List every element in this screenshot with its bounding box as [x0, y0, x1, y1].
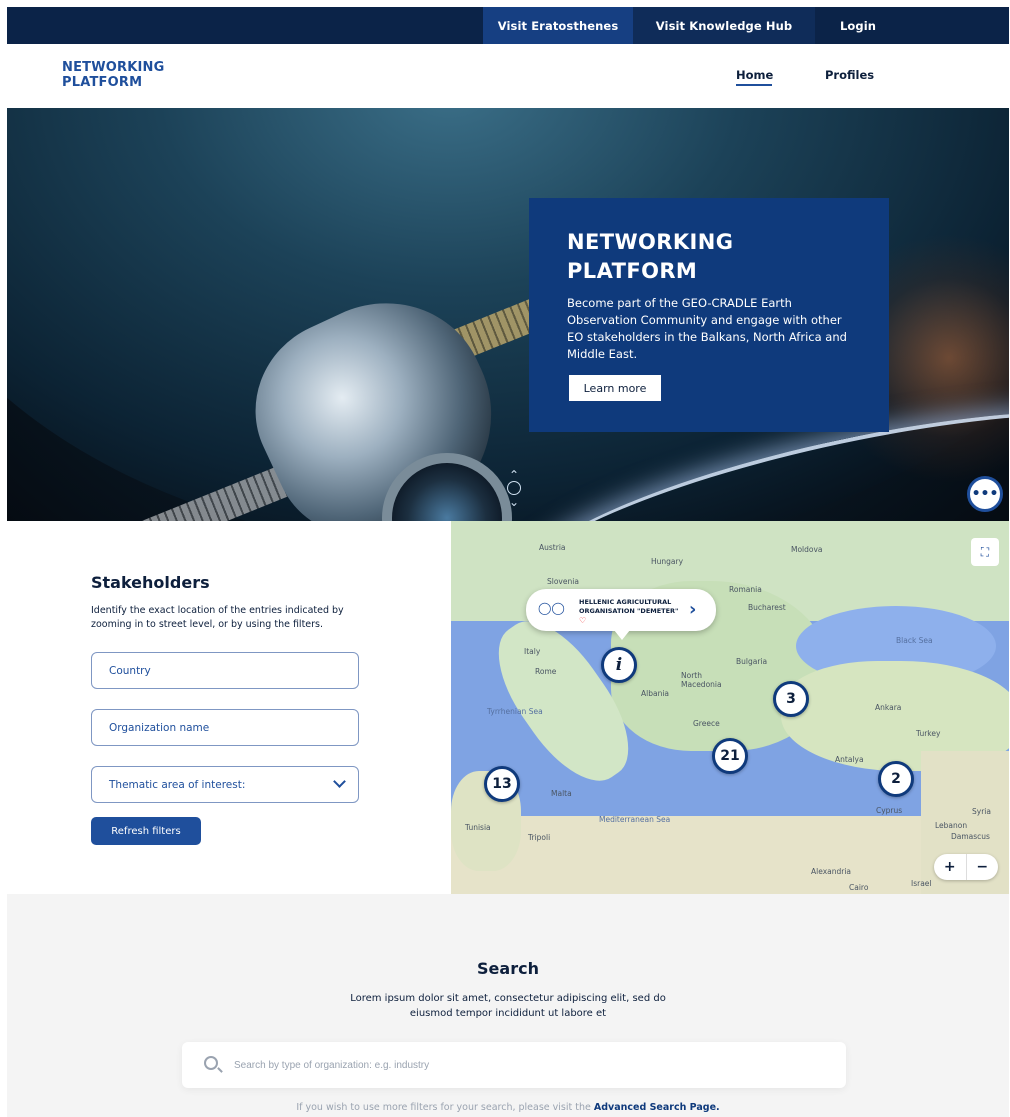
map-cluster-marker[interactable]: 2	[878, 761, 914, 797]
chat-bubble-icon[interactable]: •••	[967, 476, 1003, 512]
map-label-greece: Greece	[693, 719, 720, 728]
hero-title-line-1: NETWORKING	[567, 230, 734, 254]
map-label-bulgaria: Bulgaria	[736, 657, 768, 666]
search-title: Search	[477, 959, 539, 978]
stakeholders-panel: Stakeholders Identify the exact location…	[7, 521, 451, 894]
map-label-austria: Austria	[539, 543, 566, 552]
map-label-north-macedonia: North Macedonia	[681, 671, 722, 689]
nav-home-active-underline	[736, 84, 772, 86]
hero-banner: NETWORKING PLATFORM Become part of the G…	[7, 108, 1009, 521]
search-icon	[204, 1056, 218, 1070]
thematic-area-dropdown[interactable]: Thematic area of interest:	[91, 766, 359, 803]
scroll-down-icon[interactable]: ⌃ ⌄	[503, 468, 525, 508]
map-label-rome: Rome	[535, 667, 557, 676]
map-label-lebanon: Lebanon	[935, 821, 968, 830]
search-box[interactable]	[182, 1042, 846, 1088]
map-label-italy: Italy	[524, 647, 541, 656]
map-label-malta: Malta	[551, 789, 572, 798]
map-label-albania: Albania	[641, 689, 670, 698]
map-zoom-controls: + −	[934, 854, 998, 880]
map-label-turkey: Turkey	[916, 729, 941, 738]
top-utility-bar: Visit Eratosthenes Visit Knowledge Hub L…	[7, 7, 1009, 44]
favorite-heart-icon[interactable]: ♡	[579, 616, 586, 625]
map-label-tripoli: Tripoli	[528, 833, 551, 842]
organization-name-filter-field[interactable]: Organization name	[91, 709, 359, 746]
organization-name-filter-label: Organization name	[109, 721, 210, 734]
advanced-search-note-text: If you wish to use more filters for your…	[296, 1102, 591, 1113]
nav-profiles[interactable]: Profiles	[825, 68, 874, 82]
map-label-hungary: Hungary	[651, 557, 684, 566]
chevron-down-icon	[333, 775, 346, 788]
people-group-icon: ◯◯	[538, 601, 565, 615]
map-label-damascus: Damascus	[951, 832, 990, 841]
login-link[interactable]: Login	[815, 7, 901, 44]
map-info-marker[interactable]: i	[601, 647, 637, 683]
map-label-slovenia: Slovenia	[547, 577, 579, 586]
map-cluster-marker[interactable]: 21	[712, 738, 748, 774]
map-label-israel: Israel	[911, 879, 932, 888]
map-label-cyprus: Cyprus	[876, 806, 903, 815]
country-filter-field[interactable]: Country	[91, 652, 359, 689]
main-header: NETWORKING PLATFORM Home Profiles	[7, 44, 1009, 108]
map-label-romania: Romania	[729, 585, 762, 594]
scroll-dot-icon	[507, 481, 521, 495]
chevron-right-icon[interactable]: ›	[689, 599, 696, 620]
map-cluster-marker[interactable]: 3	[773, 681, 809, 717]
refresh-filters-button[interactable]: Refresh filters	[91, 817, 201, 845]
advanced-search-link[interactable]: Advanced Search Page.	[594, 1102, 720, 1113]
map-label-antalya: Antalya	[835, 755, 864, 764]
search-description: Lorem ipsum dolor sit amet, consectetur …	[350, 993, 666, 1019]
hero-card: NETWORKING PLATFORM Become part of the G…	[529, 198, 889, 432]
popup-organization-name: HELLENIC AGRICULTURAL ORGANISATION "DEME…	[579, 598, 679, 615]
thematic-area-label: Thematic area of interest:	[109, 778, 246, 791]
site-logo[interactable]: NETWORKING PLATFORM	[62, 60, 165, 90]
zoom-out-button[interactable]: −	[965, 854, 999, 880]
popup-pointer	[614, 630, 630, 640]
hero-title: NETWORKING PLATFORM	[567, 228, 851, 286]
hero-title-line-2: PLATFORM	[567, 259, 698, 283]
visit-knowledge-hub-link[interactable]: Visit Knowledge Hub	[633, 7, 815, 44]
map-label-moldova: Moldova	[791, 545, 823, 554]
chevron-up-icon: ⌃	[508, 468, 520, 482]
learn-more-button[interactable]: Learn more	[569, 375, 661, 401]
zoom-in-button[interactable]: +	[934, 854, 966, 880]
map-label-bucharest: Bucharest	[748, 603, 786, 612]
chevron-down-icon: ⌄	[508, 495, 520, 509]
map-label-tunisia: Tunisia	[465, 823, 491, 832]
country-filter-label: Country	[109, 664, 151, 677]
map-label-black-sea: Black Sea	[896, 636, 933, 645]
map-label-syria: Syria	[972, 807, 991, 816]
hero-description: Become part of the GEO-CRADLE Earth Obse…	[567, 296, 847, 361]
map-cluster-marker[interactable]: 13	[484, 766, 520, 802]
stakeholders-description: Identify the exact location of the entri…	[91, 605, 344, 630]
fullscreen-icon[interactable]: ⛶	[971, 538, 999, 566]
logo-line-2: PLATFORM	[62, 75, 143, 90]
search-section: Search Lorem ipsum dolor sit amet, conse…	[7, 894, 1009, 1117]
map-label-cairo: Cairo	[849, 883, 869, 892]
search-input[interactable]	[234, 1055, 814, 1075]
map-info-popup[interactable]: ◯◯ HELLENIC AGRICULTURAL ORGANISATION "D…	[526, 589, 716, 631]
map-label-alexandria: Alexandria	[811, 867, 852, 876]
nav-home[interactable]: Home	[736, 68, 773, 82]
logo-line-1: NETWORKING	[62, 60, 165, 75]
stakeholders-title: Stakeholders	[91, 573, 210, 592]
map-label-tyrrhenian-sea: Tyrrhenian Sea	[487, 707, 543, 716]
stakeholders-map[interactable]: Austria Hungary Slovenia Romania Buchare…	[451, 521, 1009, 894]
visit-eratosthenes-link[interactable]: Visit Eratosthenes	[483, 7, 633, 44]
advanced-search-note: If you wish to use more filters for your…	[7, 1102, 1009, 1113]
map-label-ankara: Ankara	[875, 703, 902, 712]
map-label-mediterranean-sea: Mediterranean Sea	[599, 815, 671, 824]
